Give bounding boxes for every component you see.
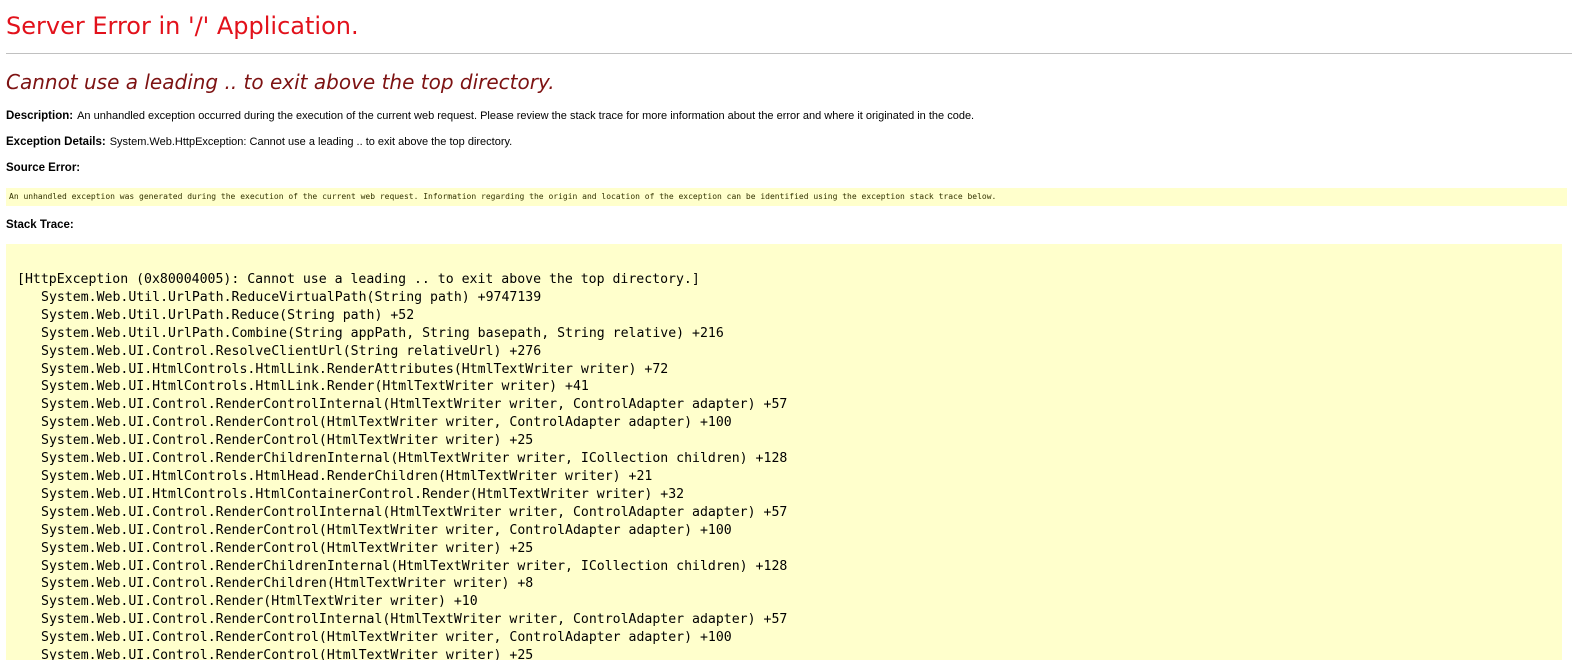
page-title: Server Error in '/' Application. [6,12,359,40]
source-error-box: An unhandled exception was generated dur… [6,188,1567,206]
stack-trace-frame: System.Web.Util.UrlPath.Reduce(String pa… [41,307,415,323]
stack-trace-line: Stack Trace: [6,219,78,231]
exception-details-line: Exception Details: System.Web.HttpExcepti… [6,136,512,148]
stack-trace-frame: System.Web.UI.Control.Render(HtmlTextWri… [41,594,478,610]
error-message-heading: Cannot use a leading .. to exit above th… [6,70,555,94]
source-error-line: Source Error: [6,162,84,174]
exception-details-text: System.Web.HttpException: Cannot use a l… [109,136,513,148]
description-label: Description: [6,110,74,122]
stack-trace-frame: System.Web.UI.Control.RenderControlInter… [41,397,788,413]
stack-trace-frame: System.Web.UI.HtmlControls.HtmlLink.Rend… [41,361,669,377]
stack-trace-frame: System.Web.UI.Control.ResolveClientUrl(S… [41,343,542,359]
stack-trace-frame: System.Web.UI.Control.RenderControlInter… [41,612,788,628]
stack-trace-label: Stack Trace: [6,219,74,231]
title-divider [6,53,1572,54]
description-text: An unhandled exception occurred during t… [77,110,975,122]
stack-trace-frame: System.Web.UI.HtmlControls.HtmlLink.Rend… [41,379,589,395]
stack-trace-frame: System.Web.UI.Control.RenderChildren(Htm… [41,576,534,592]
stack-trace-frame: System.Web.UI.Control.RenderChildrenInte… [41,558,788,574]
stack-trace-box: [HttpException (0x80004005): Cannot use … [6,244,1562,660]
stack-trace-frame: System.Web.UI.Control.RenderControl(Html… [41,415,732,431]
source-error-label: Source Error: [6,162,81,174]
stack-trace-frame: System.Web.UI.Control.RenderControl(Html… [41,540,534,556]
stack-trace-frame: System.Web.UI.HtmlControls.HtmlContainer… [41,486,685,502]
stack-trace-frame: System.Web.Util.UrlPath.ReduceVirtualPat… [41,289,542,305]
exception-details-label: Exception Details: [6,136,106,148]
stack-trace-frame: System.Web.UI.Control.RenderChildrenInte… [41,451,788,467]
stack-trace-frame: System.Web.UI.Control.RenderControl(Html… [41,630,732,646]
stack-trace-frame: System.Web.UI.HtmlControls.HtmlHead.Rend… [41,468,653,484]
stack-trace-text: [HttpException (0x80004005): Cannot use … [17,271,787,660]
stack-trace-frame: System.Web.UI.Control.RenderControl(Html… [41,433,534,449]
stack-trace-frame: System.Web.UI.Control.RenderControl(Html… [41,648,534,660]
stack-trace-frame: System.Web.Util.UrlPath.Combine(String a… [41,325,724,341]
stack-trace-frame: System.Web.UI.Control.RenderControl(Html… [41,522,732,538]
stack-trace-header: [HttpException (0x80004005): Cannot use … [17,272,700,287]
stack-trace-frame: System.Web.UI.Control.RenderControlInter… [41,504,788,520]
description-line: Description: An unhandled exception occur… [6,110,974,122]
